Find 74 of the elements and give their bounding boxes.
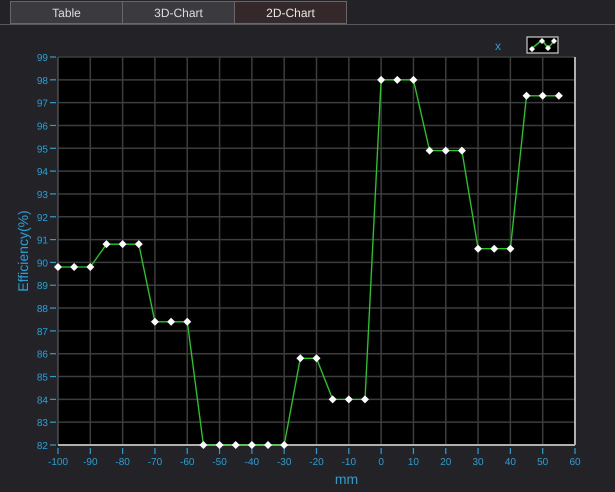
axis-tick-label: 50: [537, 457, 548, 468]
axis-tick-label: 97: [36, 98, 48, 110]
data-point: [232, 441, 240, 449]
axis-tick-label: 90: [36, 258, 48, 270]
data-point: [54, 262, 62, 271]
axis-tick-label: 84: [36, 395, 48, 406]
data-point: [409, 76, 418, 84]
data-point: [474, 244, 482, 253]
tab[interactable]: 2D-Chart: [234, 1, 347, 24]
data-point: [70, 262, 78, 271]
data-point: [102, 240, 110, 248]
axis-tick-label: -50: [212, 457, 227, 468]
axis-tick-label: -90: [83, 457, 98, 468]
data-point: [199, 441, 208, 449]
axis-tick-label: 10: [408, 457, 419, 468]
data-point: [426, 146, 434, 155]
axis-tick-label: 83: [36, 418, 48, 430]
axis-tick-label: -20: [309, 457, 324, 468]
data-point: [216, 441, 224, 449]
data-point: [248, 441, 256, 449]
axis-tick-label: 96: [36, 121, 48, 132]
data-point: [554, 92, 563, 100]
data-point: [264, 441, 272, 449]
axis-tick-label: -70: [148, 457, 162, 468]
axis-tick-label: 85: [36, 372, 48, 384]
data-point: [86, 262, 94, 271]
data-point: [118, 240, 127, 248]
data-point: [522, 92, 531, 100]
data-point: [344, 395, 353, 404]
axis-tick-label: -80: [115, 457, 130, 468]
data-point: [183, 318, 192, 326]
data-point: [280, 441, 288, 449]
axis-tick-label: 87: [36, 326, 48, 338]
data-point: [134, 240, 143, 248]
data-point: [458, 146, 466, 155]
tab[interactable]: 3D-Chart: [122, 1, 235, 24]
axis-tick-label: 0: [378, 457, 384, 468]
axis-tick-label: 86: [36, 350, 48, 361]
axis-tick-label: 99: [36, 53, 48, 64]
data-point: [328, 395, 337, 404]
axis-tick-label: 98: [36, 76, 48, 87]
axis-tick-label: 93: [36, 190, 48, 201]
data-point: [312, 354, 320, 362]
legend-icon: [526, 36, 559, 54]
legend-label: x: [495, 39, 501, 53]
data-point: [360, 395, 369, 404]
data-point: [377, 76, 386, 84]
axis-tick-label: -10: [342, 457, 356, 468]
axis-tick-label: 40: [504, 457, 516, 468]
axis-tick-label: -60: [180, 457, 194, 468]
data-point: [506, 244, 514, 253]
axis-tick-label: 30: [472, 457, 484, 468]
axis-tick-label: 88: [36, 304, 48, 316]
data-point: [393, 76, 402, 84]
axis-tick-label: 95: [36, 144, 48, 156]
data-point: [167, 318, 176, 326]
axis-tick-label: 82: [36, 441, 48, 452]
axis-tick-label: 89: [36, 281, 48, 292]
axis-tick-label: -30: [276, 457, 292, 468]
axis-tick-label: 91: [36, 236, 48, 247]
data-point: [150, 318, 159, 326]
axis-tick-label: 60: [569, 457, 581, 468]
axis-tick-label: 20: [440, 457, 452, 468]
data-point: [538, 92, 547, 100]
data-point: [296, 354, 304, 362]
data-point: [442, 146, 450, 155]
axis-tick-label: -40: [244, 457, 260, 468]
x-axis-title: mm: [334, 471, 358, 487]
tab[interactable]: Table: [10, 1, 123, 24]
axis-tick-label: 92: [36, 212, 48, 224]
y-axis-title: Efficiency(%): [15, 210, 31, 292]
axis-tick-label: -100: [48, 457, 68, 468]
axis-tick-label: 94: [36, 167, 48, 178]
data-point: [490, 244, 498, 253]
